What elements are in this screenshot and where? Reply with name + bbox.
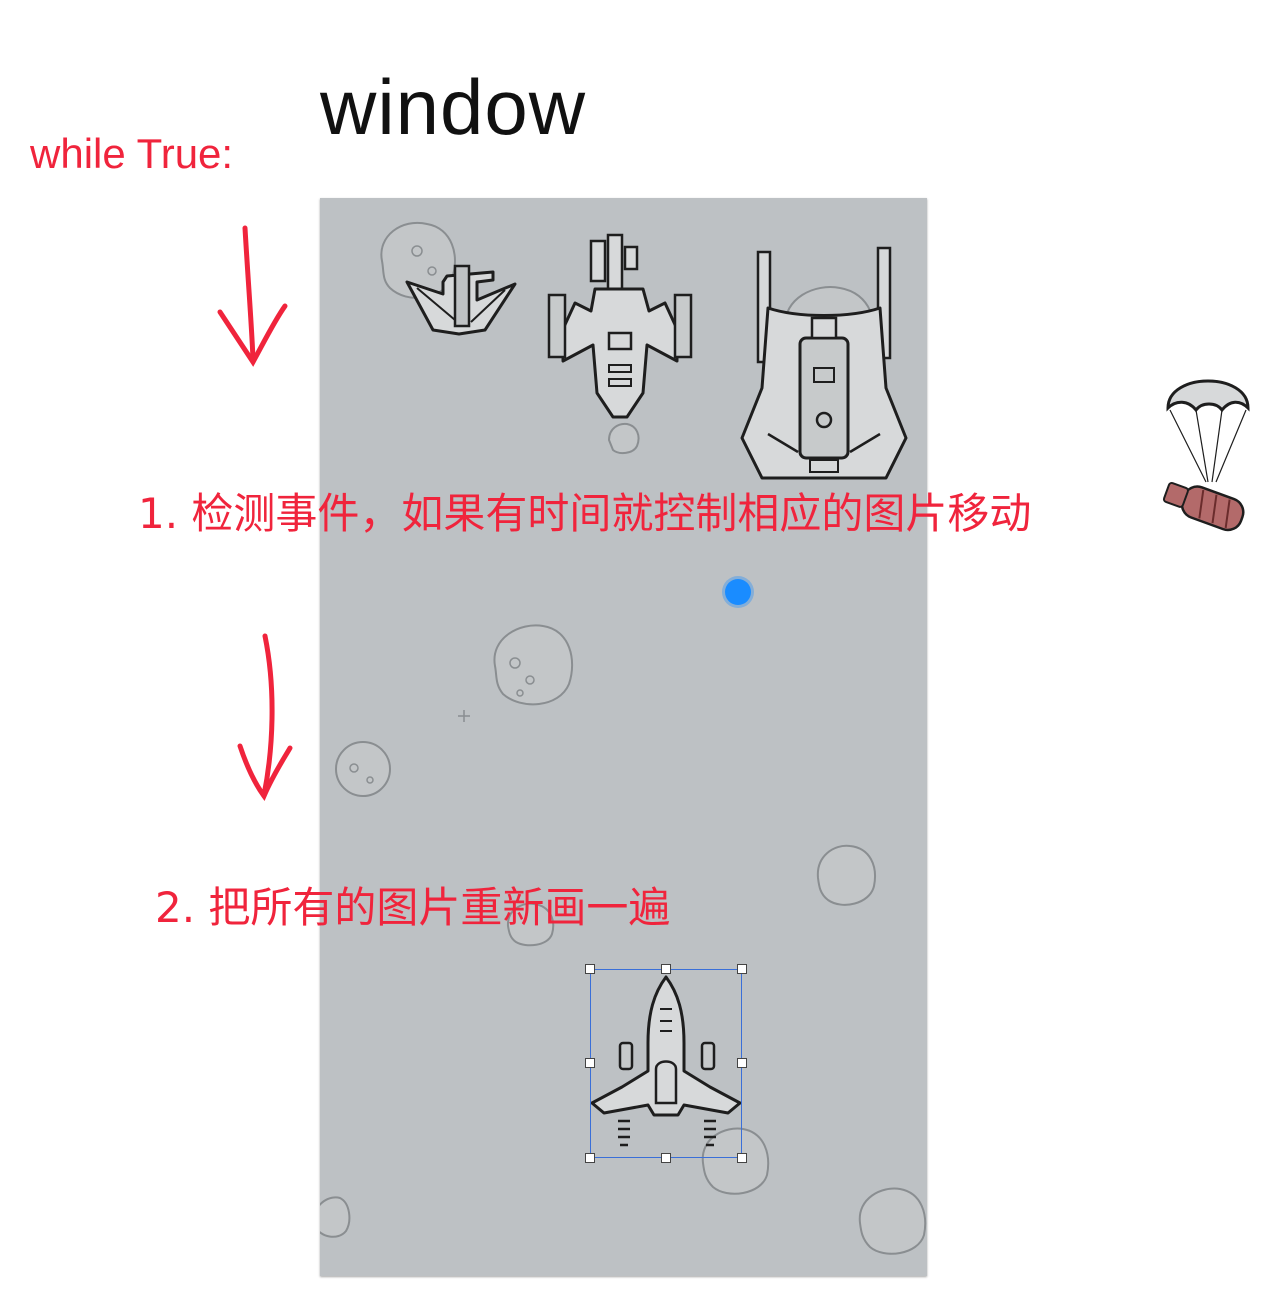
selection-box[interactable] (590, 969, 742, 1158)
enemy-medium-plane-icon (547, 233, 693, 419)
down-arrow-icon (237, 633, 293, 802)
resize-handle[interactable] (661, 964, 671, 974)
step-1-text: 1. 检测事件，如果有时间就控制相应的图片移动 (138, 489, 1032, 538)
asteroid-icon (493, 624, 574, 706)
asteroid-icon (335, 741, 391, 797)
step-2-text: 2. 把所有的图片重新画一遍 (155, 883, 671, 932)
star-icon (458, 710, 470, 722)
window-title: window (320, 63, 587, 151)
resize-handle[interactable] (737, 1058, 747, 1068)
asteroid-icon (816, 844, 876, 906)
down-arrow-icon (217, 225, 288, 367)
enemy-large-plane-icon (740, 246, 908, 480)
asteroid-icon (607, 422, 640, 455)
loop-label: while True: (30, 130, 234, 177)
parachute-supply-icon (1162, 379, 1250, 532)
resize-handle[interactable] (585, 964, 595, 974)
asteroid-icon (320, 1196, 351, 1238)
bullet-dot-icon (722, 576, 754, 608)
enemy-small-plane-icon (405, 264, 517, 336)
resize-handle[interactable] (585, 1058, 595, 1068)
resize-handle[interactable] (737, 1153, 747, 1163)
resize-handle[interactable] (585, 1153, 595, 1163)
resize-handle[interactable] (661, 1153, 671, 1163)
resize-handle[interactable] (737, 964, 747, 974)
asteroid-icon (858, 1187, 927, 1255)
